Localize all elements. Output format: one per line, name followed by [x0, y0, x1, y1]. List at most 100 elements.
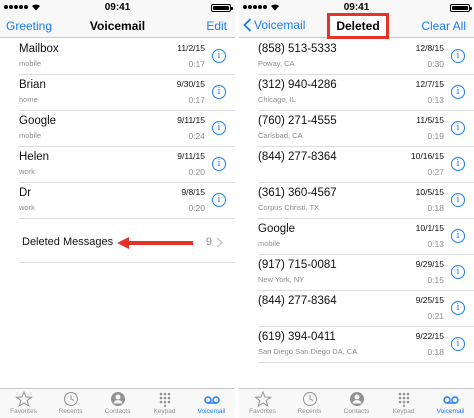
- caller-name: Brian: [19, 79, 46, 91]
- info-icon[interactable]: i: [212, 121, 226, 135]
- tab-label: Contacts: [104, 408, 131, 415]
- list-item[interactable]: Google mobile 10/1/15 0:13 i: [258, 219, 474, 255]
- voicemail-icon: [203, 396, 220, 404]
- message-duration: 0:15: [427, 275, 444, 285]
- caller-location: New York, NY: [258, 275, 305, 284]
- info-icon[interactable]: i: [451, 49, 465, 63]
- caller-name: (858) 513-5333: [258, 43, 337, 55]
- list-item[interactable]: (760) 271-4555 Carlsbad, CA 11/5/15 0:19…: [258, 111, 474, 147]
- tab-favorites[interactable]: Favorites: [0, 389, 47, 418]
- caller-type: work: [19, 203, 35, 212]
- tab-label: Favorites: [10, 408, 37, 415]
- list-item[interactable]: Helen work 9/11/15 0:20 i: [19, 147, 235, 183]
- caller-location: San Diego San Diego DA, CA: [258, 347, 358, 356]
- edit-button[interactable]: Edit: [206, 19, 227, 33]
- deleted-list: (858) 513-5333 Poway, CA 12/8/15 0:30 i …: [239, 39, 474, 363]
- deleted-screen: 09:41 Voicemail Deleted Clear All (858) …: [239, 0, 474, 418]
- title-highlight: Deleted: [327, 13, 389, 39]
- caller-type: work: [19, 167, 35, 176]
- caller-type: mobile: [19, 131, 42, 140]
- tab-recents[interactable]: Recents: [286, 389, 333, 418]
- info-icon[interactable]: i: [451, 229, 465, 243]
- info-icon[interactable]: i: [212, 193, 226, 207]
- list-item[interactable]: Mailbox mobile 11/2/15 0:17 i: [19, 39, 235, 75]
- tab-recents[interactable]: Recents: [47, 389, 94, 418]
- tab-voicemail[interactable]: Voicemail: [427, 389, 474, 418]
- tab-label: Keypad: [153, 408, 176, 415]
- star-icon: [14, 391, 33, 407]
- page-title: Voicemail: [89, 19, 146, 33]
- message-date: 9/22/15: [415, 331, 444, 341]
- info-icon[interactable]: i: [451, 265, 465, 279]
- caller-name: (361) 360-4567: [258, 187, 337, 199]
- message-date: 10/1/15: [415, 223, 444, 233]
- caller-location: Carlsbad, CA: [258, 131, 303, 140]
- person-icon: [110, 392, 125, 406]
- message-duration: 0:21: [427, 311, 444, 321]
- info-icon[interactable]: i: [212, 85, 226, 99]
- info-icon[interactable]: i: [451, 301, 465, 315]
- caller-name: (760) 271-4555: [258, 115, 337, 127]
- list-item[interactable]: Brian home 9/30/15 0:17 i: [19, 75, 235, 111]
- tab-favorites[interactable]: Favorites: [239, 389, 286, 418]
- tab-voicemail[interactable]: Voicemail: [188, 389, 235, 418]
- deleted-count: 9: [205, 236, 212, 248]
- list-item[interactable]: (619) 394-0411 San Diego San Diego DA, C…: [258, 327, 474, 363]
- tab-label: Voicemail: [436, 408, 465, 415]
- list-item[interactable]: (361) 360-4567 Corpus Christi, TX 10/5/1…: [258, 183, 474, 219]
- info-icon[interactable]: i: [451, 337, 465, 351]
- caller-name: (917) 715-0081: [258, 259, 337, 271]
- clock-icon: [63, 392, 78, 406]
- tab-contacts[interactable]: Contacts: [333, 389, 380, 418]
- message-date: 10/16/15: [410, 151, 444, 161]
- tab-contacts[interactable]: Contacts: [94, 389, 141, 418]
- message-duration: 0:17: [188, 95, 205, 105]
- message-date: 9/30/15: [176, 79, 205, 89]
- tab-keypad[interactable]: Keypad: [380, 389, 427, 418]
- list-item[interactable]: (844) 277-8364 10/16/15 0:27 i: [258, 147, 474, 183]
- back-button[interactable]: Voicemail: [243, 18, 305, 32]
- list-item[interactable]: Dr work 9/8/15 0:20 i: [19, 183, 235, 219]
- tab-label: Contacts: [343, 408, 370, 415]
- caller-name: Google: [258, 223, 296, 235]
- message-date: 9/11/15: [177, 151, 205, 161]
- back-label: Voicemail: [254, 18, 306, 32]
- list-item[interactable]: Google mobile 9/11/15 0:24 i: [19, 111, 235, 147]
- info-icon[interactable]: i: [451, 157, 465, 171]
- deleted-messages-row[interactable]: Deleted Messages 9: [19, 223, 235, 263]
- tab-label: Voicemail: [197, 408, 226, 415]
- tab-label: Keypad: [392, 408, 415, 415]
- info-icon[interactable]: i: [451, 85, 465, 99]
- nav-bar: Greeting Voicemail Edit: [0, 16, 235, 38]
- clear-all-button[interactable]: Clear All: [421, 19, 466, 33]
- message-date: 11/5/15: [416, 115, 444, 125]
- list-item[interactable]: (844) 277-8364 9/25/15 0:21 i: [258, 291, 474, 327]
- message-duration: 0:17: [188, 59, 205, 69]
- info-icon[interactable]: i: [212, 49, 226, 63]
- message-date: 12/8/15: [415, 43, 444, 53]
- info-icon[interactable]: i: [451, 193, 465, 207]
- caller-location: mobile: [258, 239, 281, 248]
- caller-name: Google: [19, 115, 57, 127]
- message-date: 9/25/15: [415, 295, 444, 305]
- list-item[interactable]: (312) 940-4286 Chicago, IL 12/7/15 0:13 …: [258, 75, 474, 111]
- tab-keypad[interactable]: Keypad: [141, 389, 188, 418]
- message-date: 12/7/15: [415, 79, 444, 89]
- battery-icon: [211, 4, 233, 12]
- keypad-icon: [398, 392, 409, 407]
- deleted-messages-label: Deleted Messages: [22, 236, 114, 248]
- message-date: 11/2/15: [177, 43, 205, 53]
- tab-label: Favorites: [249, 408, 276, 415]
- voicemail-screen: 09:41 Greeting Voicemail Edit Mailbox mo…: [0, 0, 235, 418]
- caller-location: Chicago, IL: [258, 95, 296, 104]
- info-icon[interactable]: i: [451, 121, 465, 135]
- list-item[interactable]: (858) 513-5333 Poway, CA 12/8/15 0:30 i: [258, 39, 474, 75]
- list-item[interactable]: (917) 715-0081 New York, NY 9/29/15 0:15…: [258, 255, 474, 291]
- info-icon[interactable]: i: [212, 157, 226, 171]
- message-date: 9/11/15: [177, 115, 205, 125]
- caller-type: home: [19, 95, 38, 104]
- message-duration: 0:13: [427, 95, 444, 105]
- message-duration: 0:18: [427, 347, 444, 357]
- star-icon: [253, 391, 272, 407]
- message-duration: 0:13: [427, 239, 444, 249]
